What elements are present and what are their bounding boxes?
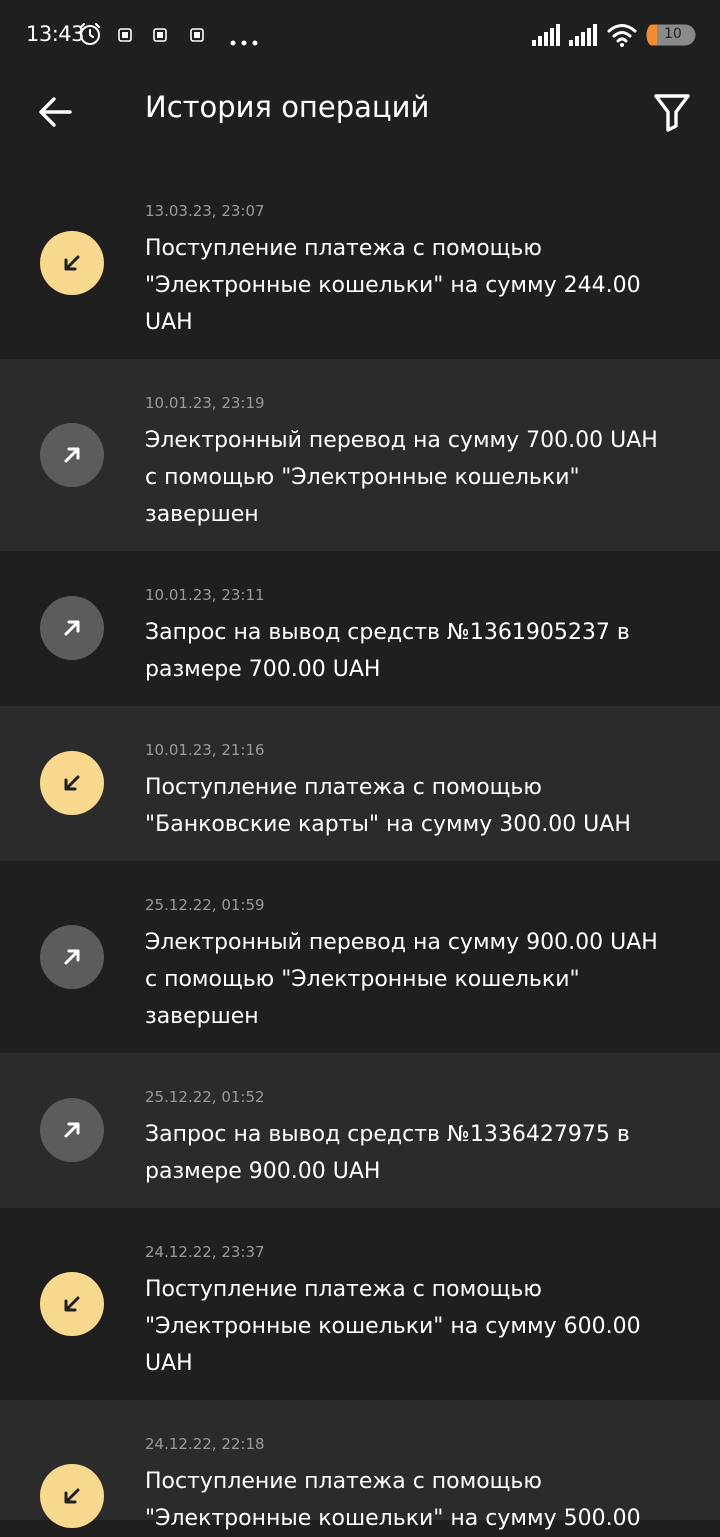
signal-icon [532,24,560,50]
operation-date: 24.12.22, 23:37 [145,1243,265,1261]
operation-description: Поступление платежа с помощью "Банковски… [145,775,631,837]
operation-date: 24.12.22, 22:18 [145,1435,265,1453]
arrow-down-left-icon [64,775,80,791]
back-button[interactable] [30,86,82,138]
arrow-up-right-icon [64,1122,80,1138]
operation-date: 10.01.23, 23:11 [145,586,265,604]
operation-row[interactable]: 24.12.22, 23:37 Поступление платежа с по… [0,1208,720,1400]
operation-row[interactable]: 10.01.23, 21:16 Поступление платежа с по… [0,706,720,861]
notification-icon [190,27,204,46]
operation-date: 13.03.23, 23:07 [145,202,265,220]
battery-level: 10 [664,26,682,42]
arrow-left-icon [39,97,72,127]
filter-icon [654,94,690,132]
alarm-icon [78,22,102,50]
notification-icon [153,27,167,46]
wifi-icon [607,22,637,52]
outgoing-badge [40,423,104,487]
incoming-badge [40,1464,104,1528]
operation-date: 25.12.22, 01:52 [145,1088,265,1106]
more-dots-icon [230,31,258,50]
outgoing-badge [40,925,104,989]
page-title: История операций [145,90,430,124]
arrow-up-right-icon [64,949,80,965]
arrow-down-left-icon [64,1296,80,1312]
operation-date: 10.01.23, 23:19 [145,394,265,412]
operation-row[interactable]: 24.12.22, 22:18 Поступление платежа с по… [0,1400,720,1531]
incoming-badge [40,751,104,815]
notification-icon [118,27,132,46]
operation-description: Электронный перевод на сумму 700.00 UAH … [145,428,658,527]
filter-button[interactable] [646,86,698,138]
operation-description: Электронный перевод на сумму 900.00 UAH … [145,930,658,1029]
arrow-up-right-icon [64,447,80,463]
arrow-down-left-icon [64,1488,80,1504]
operation-description: Запрос на вывод средств №1361905237 в ра… [145,620,630,682]
operation-date: 10.01.23, 21:16 [145,741,265,759]
operation-date: 25.12.22, 01:59 [145,896,265,914]
arrow-up-right-icon [64,620,80,636]
status-bar: 13:43 10 [0,0,720,70]
operation-description: Поступление платежа с помощью "Электронн… [145,236,641,335]
operation-row[interactable]: 13.03.23, 23:07 Поступление платежа с по… [0,154,720,359]
operation-description: Запрос на вывод средств №1336427975 в ра… [145,1122,630,1184]
incoming-badge [40,1272,104,1336]
operation-row[interactable]: 10.01.23, 23:19 Электронный перевод на с… [0,359,720,551]
arrow-down-left-icon [64,255,80,271]
outgoing-badge [40,1098,104,1162]
operation-row[interactable]: 25.12.22, 01:59 Электронный перевод на с… [0,861,720,1053]
operation-description: Поступление платежа с помощью "Электронн… [145,1469,641,1531]
app-bar: История операций [0,70,720,154]
operation-row[interactable]: 10.01.23, 23:11 Запрос на вывод средств … [0,551,720,706]
outgoing-badge [40,596,104,660]
status-time: 13:43 [26,22,85,46]
incoming-badge [40,231,104,295]
operations-list: 13.03.23, 23:07 Поступление платежа с по… [0,154,720,1531]
operation-row[interactable]: 25.12.22, 01:52 Запрос на вывод средств … [0,1053,720,1208]
operation-description: Поступление платежа с помощью "Электронн… [145,1277,641,1376]
signal-icon [569,24,597,50]
